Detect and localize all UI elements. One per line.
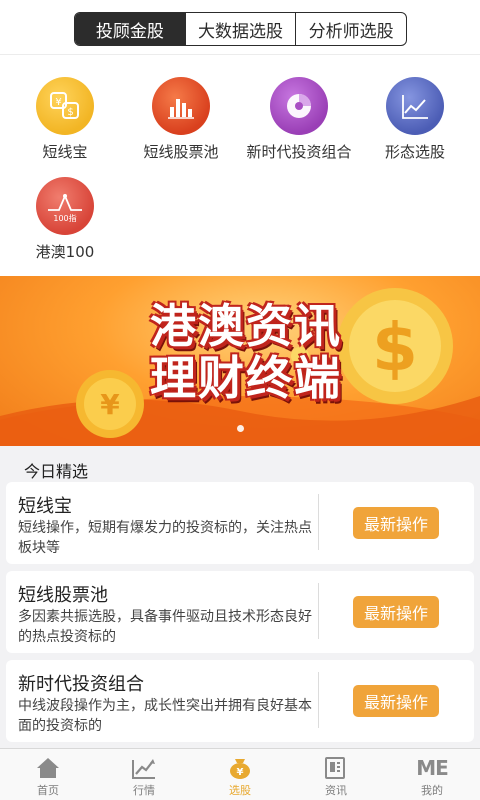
tab-advisor-stocks[interactable]: 投顾金股 bbox=[75, 13, 186, 45]
svg-text:¥: ¥ bbox=[55, 97, 61, 108]
feature-label: 短线股票池 bbox=[143, 143, 219, 161]
latest-operation-button[interactable]: 最新操作 bbox=[353, 685, 439, 717]
feature-short-line[interactable]: ¥ $ 短线宝 bbox=[10, 77, 120, 162]
me-icon: ME bbox=[416, 755, 449, 781]
banner-title-line2: 理财终端 bbox=[150, 351, 342, 405]
latest-operation-button[interactable]: 最新操作 bbox=[353, 507, 439, 539]
card-divider bbox=[318, 583, 319, 639]
tab-label: 资讯 bbox=[325, 784, 347, 797]
feature-label: 新时代投资组合 bbox=[246, 143, 352, 161]
tab-label: 行情 bbox=[133, 784, 155, 797]
carousel-dot[interactable] bbox=[236, 425, 244, 432]
carousel-dots bbox=[0, 417, 480, 436]
card-divider bbox=[318, 494, 319, 550]
bottom-tab-bar: 首页 行情 ¥ 选股 资讯 ME 我的 bbox=[0, 748, 480, 800]
chart-icon bbox=[131, 755, 157, 781]
feature-label: 形态选股 bbox=[384, 143, 445, 161]
card-description: 多因素共振选股，具备事件驱动且技术形态良好的热点投资标的 bbox=[18, 609, 312, 645]
bar-chart-icon bbox=[152, 77, 210, 135]
pie-chart-icon bbox=[270, 77, 328, 135]
tab-analyst-stocks[interactable]: 分析师选股 bbox=[296, 13, 406, 45]
news-icon bbox=[323, 755, 349, 781]
line-chart-icon bbox=[386, 77, 444, 135]
card-title: 短线股票池 bbox=[18, 585, 108, 606]
feature-short-line-pool[interactable]: 短线股票池 bbox=[126, 77, 236, 162]
me-icon-text: ME bbox=[416, 756, 449, 780]
pick-card[interactable]: 新时代投资组合 中线波段操作为主，成长性突出并拥有良好基本面的投资标的 最新操作 bbox=[6, 660, 474, 742]
short-line-icon: ¥ $ bbox=[36, 77, 94, 135]
tab-home[interactable]: 首页 bbox=[0, 749, 96, 800]
card-title: 短线宝 bbox=[18, 496, 72, 517]
tab-me[interactable]: ME 我的 bbox=[384, 749, 480, 800]
promo-banner[interactable]: ¥ $ 港澳资讯 理财终端 bbox=[0, 276, 480, 446]
hk-macau-100-icon-text: 100指 bbox=[53, 213, 76, 223]
tab-label: 我的 bbox=[421, 784, 443, 797]
top-bar: 投顾金股 大数据选股 分析师选股 bbox=[0, 0, 480, 54]
feature-pattern-pick[interactable]: 形态选股 bbox=[360, 77, 470, 162]
latest-operation-button[interactable]: 最新操作 bbox=[353, 596, 439, 628]
tab-label: 选股 bbox=[229, 784, 251, 797]
tab-news[interactable]: 资讯 bbox=[288, 749, 384, 800]
tab-label: 首页 bbox=[37, 784, 59, 797]
banner-title-line1: 港澳资讯 bbox=[150, 299, 342, 353]
card-description: 短线操作，短期有爆发力的投资标的，关注热点板块等 bbox=[18, 520, 312, 556]
hk-macau-100-icon: 100指 bbox=[36, 177, 94, 235]
svg-text:$: $ bbox=[372, 309, 418, 386]
segment-control: 投顾金股 大数据选股 分析师选股 bbox=[74, 12, 407, 46]
pick-card[interactable]: 短线宝 短线操作，短期有爆发力的投资标的，关注热点板块等 最新操作 bbox=[6, 482, 474, 564]
card-description: 中线波段操作为主，成长性突出并拥有良好基本面的投资标的 bbox=[18, 698, 312, 734]
card-divider bbox=[318, 672, 319, 728]
home-icon bbox=[35, 755, 61, 781]
banner-title: 港澳资讯 理财终端 bbox=[150, 300, 342, 404]
svg-text:¥: ¥ bbox=[237, 767, 244, 778]
feature-label: 港澳100 bbox=[35, 243, 95, 261]
tab-market[interactable]: 行情 bbox=[96, 749, 192, 800]
tab-stock-pick[interactable]: ¥ 选股 bbox=[192, 749, 288, 800]
card-title: 新时代投资组合 bbox=[18, 674, 144, 695]
feature-hk-macau-100[interactable]: 100指 港澳100 bbox=[10, 177, 120, 262]
tab-big-data-stocks[interactable]: 大数据选股 bbox=[186, 13, 297, 45]
feature-new-era-portfolio[interactable]: 新时代投资组合 bbox=[244, 77, 354, 162]
section-title: 今日精选 bbox=[24, 462, 89, 481]
stock-pick-icon: ¥ bbox=[227, 755, 253, 781]
pick-card[interactable]: 短线股票池 多因素共振选股，具备事件驱动且技术形态良好的热点投资标的 最新操作 bbox=[6, 571, 474, 653]
svg-text:$: $ bbox=[67, 107, 73, 118]
feature-grid: ¥ $ 短线宝 短线股票池 新时代投资组合 形态选股 100指 港澳100 bbox=[0, 54, 480, 276]
feature-label: 短线宝 bbox=[42, 143, 88, 161]
